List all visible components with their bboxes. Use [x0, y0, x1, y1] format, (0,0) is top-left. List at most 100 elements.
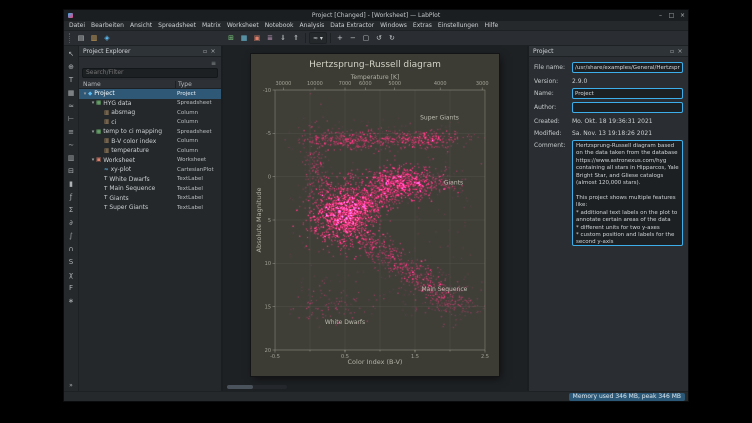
close-button[interactable]: ×: [677, 10, 688, 21]
add-legend-icon[interactable]: ≡: [66, 126, 77, 137]
zoom-select-icon[interactable]: ⊕: [66, 61, 77, 72]
titlebar[interactable]: Project [Changed] - [Worksheet] — LabPlo…: [64, 10, 688, 21]
y-axis-title[interactable]: Absolute Magnitude: [255, 188, 263, 253]
filter-icon[interactable]: ≡: [211, 61, 216, 67]
tree-row-name-cell: ▥ci: [79, 119, 175, 126]
menu-windows[interactable]: Windows: [377, 21, 410, 31]
tree-column-headers[interactable]: Name Type: [79, 80, 221, 89]
menu-data-extractor[interactable]: Data Extractor: [327, 21, 377, 31]
differentiate-icon[interactable]: ∂: [66, 217, 77, 228]
tree-row-xy-plot[interactable]: ≈xy-plotCartesianPlot: [79, 165, 221, 175]
fit-icon[interactable]: χ: [66, 269, 77, 280]
menu-datei[interactable]: Datei: [66, 21, 88, 31]
minimize-button[interactable]: –: [655, 10, 666, 21]
horizontal-scrollbar[interactable]: [227, 385, 287, 389]
add-histogram-icon[interactable]: ▥: [66, 152, 77, 163]
project-tree[interactable]: ▾◆ProjectProject▾▦HYG dataSpreadsheet▥ab…: [79, 89, 221, 391]
created-value: Mo. Okt. 18 19:36:31 2021: [572, 116, 683, 125]
project-properties-dock: Project ▫ × File name: Version: 2.9.0 Na…: [527, 46, 688, 391]
search-input[interactable]: [82, 68, 218, 78]
modified-label: Modified:: [534, 128, 572, 137]
add-curve-icon[interactable]: ∼: [66, 139, 77, 150]
new-worksheet-icon[interactable]: ▣: [251, 32, 263, 44]
new-matrix-icon[interactable]: ▦: [238, 32, 250, 44]
tree-row-temp-to-ci-mapping[interactable]: ▾▦temp to ci mappingSpreadsheet: [79, 127, 221, 137]
tree-row-main-sequence[interactable]: TMain SequenceTextLabel: [79, 184, 221, 194]
convolution-icon[interactable]: ∗: [66, 295, 77, 306]
menu-bearbeiten[interactable]: Bearbeiten: [88, 21, 127, 31]
tree-row-b-v-color-index[interactable]: ▥B-V color indexColumn: [79, 137, 221, 147]
menu-spreadsheet[interactable]: Spreadsheet: [155, 21, 199, 31]
toolbar-overflow-icon[interactable]: »: [69, 382, 73, 389]
add-boxplot-icon[interactable]: ⊟: [66, 165, 77, 176]
tree-item-label: White Dwarfs: [109, 176, 149, 183]
fourier-icon[interactable]: F: [66, 282, 77, 293]
zoom-out-icon[interactable]: −: [347, 32, 359, 44]
redo-icon[interactable]: ↻: [386, 32, 398, 44]
menu-extras[interactable]: Extras: [410, 21, 435, 31]
export-data-icon[interactable]: ⇑: [290, 32, 302, 44]
column-header-name[interactable]: Name: [79, 81, 175, 88]
add-image-icon[interactable]: ▦: [66, 87, 77, 98]
maximize-button[interactable]: □: [666, 10, 677, 21]
zoom-in-icon[interactable]: +: [334, 32, 346, 44]
select-cursor-icon[interactable]: ↖: [66, 48, 77, 59]
tree-row-temperature[interactable]: ▥temperatureColumn: [79, 146, 221, 156]
plot-title[interactable]: Hertzsprung–Russell diagram: [251, 60, 499, 70]
menu-einstellungen[interactable]: Einstellungen: [435, 21, 482, 31]
new-project-icon[interactable]: ▤: [75, 32, 87, 44]
plot-type-dropdown[interactable]: ≈ ▾: [309, 32, 327, 44]
dock-close-icon[interactable]: ×: [209, 48, 217, 55]
project-explorer-header[interactable]: Project Explorer ▫ ×: [79, 46, 221, 57]
interpolate-icon[interactable]: ∩: [66, 243, 77, 254]
add-text-label-icon[interactable]: T: [66, 74, 77, 85]
smooth-icon[interactable]: S: [66, 256, 77, 267]
project-properties-header[interactable]: Project ▫ ×: [529, 46, 688, 57]
menu-hilfe[interactable]: Hilfe: [482, 21, 502, 31]
worksheet-view[interactable]: Hertzsprung–Russell diagram Temperature …: [223, 46, 527, 391]
add-function-icon[interactable]: ƒ: [66, 191, 77, 202]
add-axis-icon[interactable]: ⊢: [66, 113, 77, 124]
modified-value: Sa. Nov. 13 19:18:26 2021: [572, 128, 683, 137]
top-axis-title[interactable]: Temperature [K]: [251, 74, 499, 81]
zoom-fit-icon[interactable]: ▢: [360, 32, 372, 44]
add-plot-icon[interactable]: ≈: [66, 100, 77, 111]
undo-icon[interactable]: ↺: [373, 32, 385, 44]
tree-row-absmag[interactable]: ▥absmagColumn: [79, 108, 221, 118]
dock-close-icon[interactable]: ×: [676, 48, 684, 55]
menu-ansicht[interactable]: Ansicht: [127, 21, 155, 31]
tree-row-hyg-data[interactable]: ▾▦HYG dataSpreadsheet: [79, 99, 221, 109]
file-name-input[interactable]: [572, 62, 683, 73]
scrollbar-thumb[interactable]: [227, 385, 253, 389]
menu-analysis[interactable]: Analysis: [297, 21, 328, 31]
new-notebook-icon[interactable]: ≣: [264, 32, 276, 44]
dock-float-icon[interactable]: ▫: [201, 48, 209, 55]
text-label-icon: T: [104, 186, 107, 192]
tree-row-worksheet[interactable]: ▾▣WorksheetWorksheet: [79, 156, 221, 166]
save-project-icon[interactable]: ◈: [101, 32, 113, 44]
x-axis-title[interactable]: Color Index (B-V): [251, 358, 499, 366]
memory-usage: Memory used 346 MB, peak 346 MB: [569, 393, 685, 401]
new-spreadsheet-icon[interactable]: ⊞: [225, 32, 237, 44]
data-reduction-icon[interactable]: Σ: [66, 204, 77, 215]
hr-plot-canvas[interactable]: [251, 54, 499, 376]
tree-row-giants[interactable]: TGiantsTextLabel: [79, 194, 221, 204]
name-input[interactable]: [572, 88, 683, 99]
tree-row-super-giants[interactable]: TSuper GiantsTextLabel: [79, 203, 221, 213]
tree-row-project[interactable]: ▾◆ProjectProject: [79, 89, 221, 99]
worksheet-page[interactable]: Hertzsprung–Russell diagram Temperature …: [251, 54, 499, 376]
add-bar-chart-icon[interactable]: ▮: [66, 178, 77, 189]
author-input[interactable]: [572, 102, 683, 113]
toolbar-separator: [330, 33, 331, 43]
menu-matrix[interactable]: Matrix: [199, 21, 224, 31]
comment-textarea[interactable]: Hertzsprung-Russell diagram based on the…: [572, 140, 683, 246]
tree-row-ci[interactable]: ▥ciColumn: [79, 118, 221, 128]
dock-float-icon[interactable]: ▫: [668, 48, 676, 55]
open-project-icon[interactable]: ▥: [88, 32, 100, 44]
tree-row-white-dwarfs[interactable]: TWhite DwarfsTextLabel: [79, 175, 221, 185]
menu-worksheet[interactable]: Worksheet: [224, 21, 262, 31]
import-data-icon[interactable]: ⇓: [277, 32, 289, 44]
column-header-type[interactable]: Type: [175, 81, 221, 88]
menu-notebook[interactable]: Notebook: [262, 21, 297, 31]
integrate-icon[interactable]: ∫: [66, 230, 77, 241]
